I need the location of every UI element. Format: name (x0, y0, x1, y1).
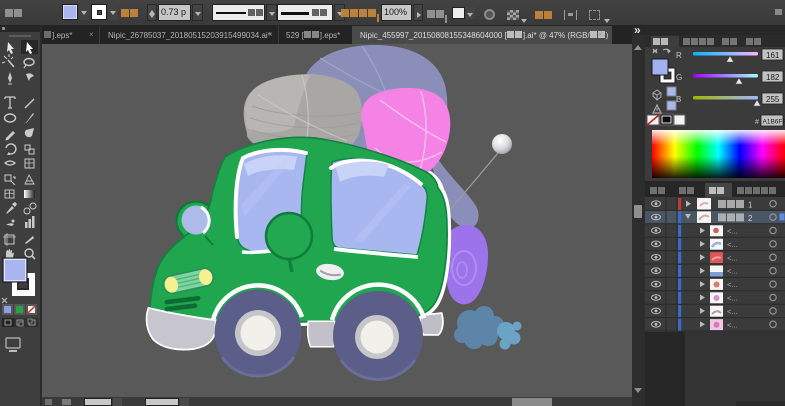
svg-text:182: 182 (766, 73, 780, 82)
svg-text:#: # (755, 119, 759, 126)
svg-text:<...: <... (727, 253, 738, 262)
svg-text:<...: <... (727, 294, 738, 303)
svg-text:<...: <... (727, 307, 738, 316)
svg-text:B: B (676, 95, 681, 104)
svg-text:<...: <... (727, 227, 738, 236)
svg-text:G: G (676, 73, 682, 82)
svg-text:2: 2 (748, 214, 753, 223)
svg-text:1: 1 (748, 201, 753, 210)
svg-text:<...: <... (727, 280, 738, 289)
svg-text:<...: <... (727, 240, 738, 249)
svg-text:<...: <... (727, 267, 738, 276)
svg-text:<...: <... (727, 320, 738, 329)
svg-text:161: 161 (766, 51, 780, 60)
svg-text:R: R (676, 51, 682, 60)
svg-text:255: 255 (766, 95, 780, 104)
svg-text:A1B6FF: A1B6FF (763, 119, 785, 126)
